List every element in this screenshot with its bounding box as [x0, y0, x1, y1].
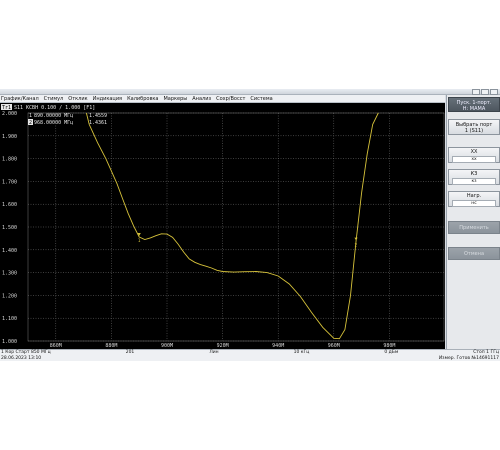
- marker-readout: 1 890.00000 МГц 1.4559 2 968.00000 МГц 1…: [28, 113, 107, 126]
- trace-id: Tr1: [2, 105, 11, 111]
- cancel-button[interactable]: Отмена: [448, 247, 500, 260]
- status-bar: 1 Кор Старт 850 МГц 201 Лин 10 кГц 0 дБм…: [0, 349, 500, 361]
- trace-line-group: [85, 112, 379, 340]
- marker-1-freq: 890.00000 МГц: [34, 113, 73, 119]
- marker-1-value: 1.4559: [89, 113, 107, 119]
- trace-markers: 12: [137, 233, 358, 249]
- analyzer-window: График/Канал Стимул Отклик Индикация Кал…: [0, 89, 500, 361]
- menu-system[interactable]: Система: [250, 95, 272, 103]
- status-datetime: 28.06.2023 13:10: [1, 356, 42, 361]
- y-tick-label: 1.400: [2, 248, 17, 254]
- marker-2-id: 2: [29, 120, 32, 126]
- y-tick-label: 1.700: [2, 179, 17, 185]
- y-tick-label: 1.900: [2, 134, 17, 140]
- trace-format-text: S11 КСВН 0.100 / 1.000 [F1]: [14, 105, 95, 111]
- y-tick-label: 1.500: [2, 225, 17, 231]
- marker-2-value: 1.4361: [89, 120, 107, 126]
- marker-2-freq: 968.00000 МГц: [34, 120, 73, 126]
- calibration-header-line2: Н: МАМА: [462, 106, 486, 112]
- open-standard-sub: хх: [452, 156, 496, 163]
- short-standard-button[interactable]: КЗ кз: [448, 169, 500, 185]
- y-tick-label: 1.300: [2, 271, 17, 277]
- menu-response[interactable]: Отклик: [68, 95, 87, 103]
- menu-stimulus[interactable]: Стимул: [44, 95, 64, 103]
- marker-label: 1: [138, 238, 141, 244]
- marker-triangle: [354, 237, 358, 241]
- menu-markers[interactable]: Маркеры: [163, 95, 187, 103]
- y-tick-labels: 2.000 1.900 1.800 1.700 1.600 1.500 1.400 1.300…: [2, 111, 17, 345]
- menu-calibration[interactable]: Калибровка: [127, 95, 158, 103]
- status-row-info: 28.06.2023 13:10 Измер. Готов №14691117: [1, 356, 499, 362]
- y-tick-label: 1.800: [2, 157, 17, 163]
- trace-header: Tr1 S11 КСВН 0.100 / 1.000 [F1]: [1, 104, 95, 111]
- select-port-button[interactable]: Выбрать порт 1 (S11): [448, 119, 500, 135]
- grid: [27, 112, 445, 342]
- marker-1-id: 1: [29, 113, 32, 119]
- menu-display[interactable]: Индикация: [93, 95, 122, 103]
- short-standard-sub: кз: [452, 178, 496, 185]
- trace-line-s11: [85, 112, 379, 340]
- load-standard-label: Нагр.: [466, 193, 482, 199]
- trace-plot-svg: 2.000 1.900 1.800 1.700 1.600 1.500 1.400 1.300…: [1, 104, 445, 349]
- short-standard-label: КЗ: [470, 171, 478, 177]
- menu-save-recall[interactable]: Сохр/Восст: [216, 95, 245, 103]
- y-tick-label: 1.200: [2, 293, 17, 299]
- y-tick-label: 1.100: [2, 316, 17, 322]
- status-measure: Измер. Готов №14691117: [438, 356, 499, 361]
- menu-bar: График/Канал Стимул Отклик Индикация Кал…: [0, 95, 445, 103]
- load-standard-button[interactable]: Нагр. нс: [448, 191, 500, 207]
- softkey-panel: Пуск. 1-порт. Н: МАМА Выбрать порт 1 (S1…: [446, 95, 500, 349]
- marker-label: 2: [355, 243, 358, 249]
- menu-graph-channel[interactable]: График/Канал: [1, 95, 39, 103]
- y-tick-label: 1.000: [2, 339, 17, 345]
- open-standard-button[interactable]: ХХ хх: [448, 147, 500, 163]
- select-port-value: 1 (S11): [464, 128, 484, 134]
- calibration-header-button[interactable]: Пуск. 1-порт. Н: МАМА: [448, 97, 500, 112]
- open-standard-label: ХХ: [470, 149, 478, 155]
- load-standard-sub: нс: [452, 200, 496, 207]
- y-tick-label: 2.000: [2, 111, 17, 117]
- trace-plot[interactable]: 2.000 1.900 1.800 1.700 1.600 1.500 1.400 1.300…: [0, 103, 445, 349]
- menu-analysis[interactable]: Анализ: [192, 95, 211, 103]
- y-tick-label: 1.600: [2, 202, 17, 208]
- apply-button[interactable]: Применить: [448, 221, 500, 234]
